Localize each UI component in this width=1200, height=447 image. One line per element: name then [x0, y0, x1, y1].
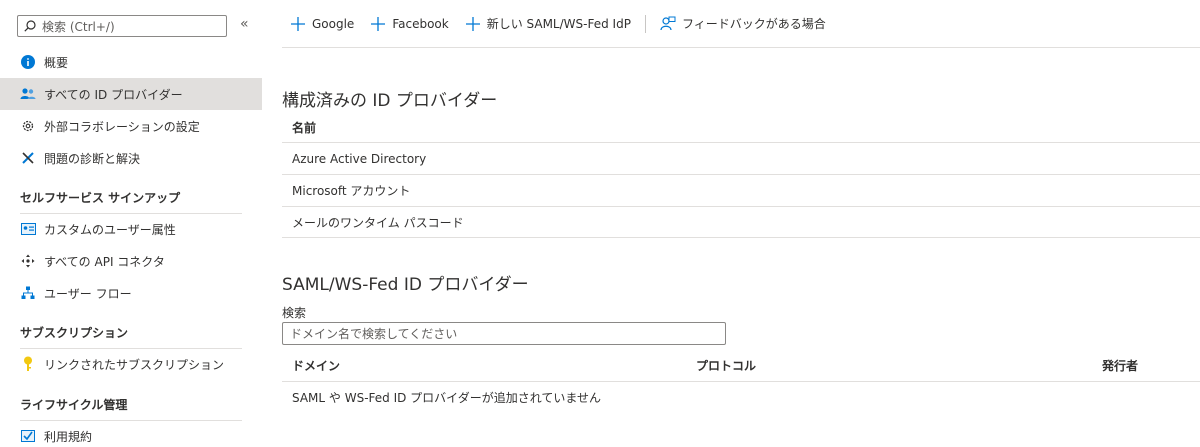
add-facebook-button[interactable]: Facebook: [370, 9, 449, 39]
sidebar: 検索 (Ctrl+/) « 概要 すべての ID プロバイダー 外部コラボレーシ…: [0, 0, 262, 447]
column-header-name: 名前: [292, 121, 317, 135]
sidebar-item-external-collab[interactable]: 外部コラボレーションの設定: [0, 110, 262, 142]
plus-icon: [371, 16, 386, 31]
table-row[interactable]: Azure Active Directory: [282, 142, 1200, 174]
sidebar-item-label: リンクされたサブスクリプション: [44, 357, 225, 372]
section-subscription: サブスクリプション: [20, 324, 242, 349]
sidebar-item-label: すべての ID プロバイダー: [44, 87, 183, 102]
column-header-domain: ドメイン: [292, 359, 341, 373]
user-card-icon: [20, 221, 36, 237]
users-icon: [20, 86, 36, 102]
sidebar-item-linked-subscriptions[interactable]: リンクされたサブスクリプション: [0, 348, 262, 380]
sidebar-item-terms-of-use[interactable]: 利用規約: [0, 420, 262, 447]
sidebar-item-label: すべての API コネクタ: [44, 254, 165, 269]
add-google-button[interactable]: Google: [290, 9, 354, 39]
flow-icon: [20, 285, 36, 301]
column-header-protocol: プロトコル: [696, 359, 757, 373]
sidebar-search-input[interactable]: 検索 (Ctrl+/): [17, 15, 227, 37]
feedback-label: フィードバックがある場合: [681, 17, 826, 31]
sidebar-item-custom-attributes[interactable]: カスタムのユーザー属性: [0, 213, 262, 245]
sidebar-item-api-connectors[interactable]: すべての API コネクタ: [0, 245, 262, 277]
toolbar-divider: [644, 14, 646, 33]
info-icon: [20, 54, 36, 70]
sidebar-item-overview[interactable]: 概要: [0, 46, 262, 78]
command-bar: Google Facebook 新しい SAML/WS-Fed IdP フィード…: [282, 0, 1200, 48]
column-header-issuer: 発行者: [1102, 359, 1139, 373]
add-google-label: Google: [312, 16, 355, 31]
gear-icon: [20, 118, 36, 134]
section-lifecycle: ライフサイクル管理: [20, 396, 242, 421]
sidebar-item-label: 外部コラボレーションの設定: [44, 119, 200, 134]
plus-icon: [465, 16, 480, 31]
new-saml-idp-label: 新しい SAML/WS-Fed IdP: [486, 17, 631, 31]
new-saml-idp-button[interactable]: 新しい SAML/WS-Fed IdP: [465, 9, 631, 39]
provider-name: メールのワンタイム パスコード: [292, 215, 464, 230]
sidebar-item-user-flows[interactable]: ユーザー フロー: [0, 277, 262, 309]
provider-name: Azure Active Directory: [292, 151, 427, 166]
wrench-icon: [20, 150, 36, 166]
feedback-button[interactable]: フィードバックがある場合: [660, 9, 826, 39]
collapse-sidebar-icon[interactable]: «: [240, 16, 249, 32]
configured-providers-title: 構成済みの ID プロバイダー: [282, 91, 498, 111]
sidebar-item-diagnose[interactable]: 問題の診断と解決: [0, 142, 262, 174]
sidebar-item-label: ユーザー フロー: [44, 286, 132, 301]
section-self-service: セルフサービス サインアップ: [20, 189, 242, 214]
add-facebook-label: Facebook: [392, 16, 449, 31]
feedback-icon: [660, 16, 676, 30]
checklist-icon: [20, 428, 36, 444]
sidebar-item-label: 利用規約: [44, 429, 93, 444]
sidebar-item-all-id-providers[interactable]: すべての ID プロバイダー: [0, 78, 262, 110]
provider-name: Microsoft アカウント: [292, 184, 411, 198]
connector-icon: [20, 253, 36, 269]
sidebar-item-label: 概要: [44, 55, 69, 70]
domain-search-input[interactable]: ドメイン名で検索してください: [282, 322, 726, 345]
sidebar-search-placeholder: 検索 (Ctrl+/): [42, 19, 115, 34]
saml-providers-title: SAML/WS-Fed ID プロバイダー: [282, 275, 529, 295]
search-icon: [24, 20, 36, 32]
search-label: 検索: [282, 306, 307, 320]
empty-state-text: SAML や WS-Fed ID プロバイダーが追加されていません: [292, 391, 601, 405]
sidebar-item-label: 問題の診断と解決: [44, 151, 141, 166]
sidebar-item-label: カスタムのユーザー属性: [44, 222, 176, 237]
plus-icon: [291, 16, 305, 31]
domain-search-placeholder: ドメイン名で検索してください: [290, 327, 458, 341]
key-icon: [20, 356, 36, 372]
table-row[interactable]: メールのワンタイム パスコード: [282, 206, 1200, 238]
empty-state-row: SAML や WS-Fed ID プロバイダーが追加されていません: [282, 381, 1200, 413]
table-row[interactable]: Microsoft アカウント: [282, 174, 1200, 206]
